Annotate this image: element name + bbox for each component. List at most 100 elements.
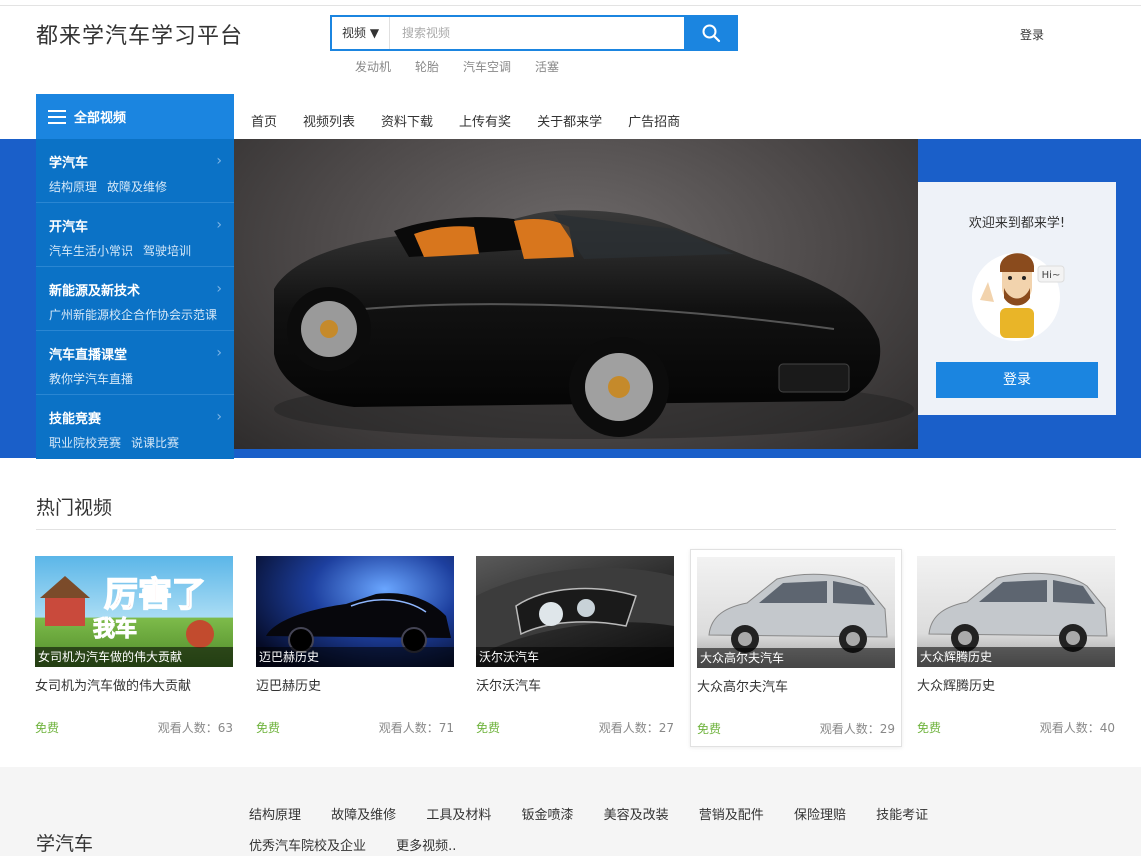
video-thumbnail[interactable]: 厉害了 我车 女司机为汽车做的伟大贡献 — [35, 556, 233, 667]
nav-ads[interactable]: 广告招商 — [628, 111, 680, 130]
nav-downloads[interactable]: 资料下载 — [381, 111, 433, 130]
main-nav: 首页 视频列表 资料下载 上传有奖 关于都来学 广告招商 — [251, 111, 706, 130]
price-label: 免费 — [476, 721, 501, 735]
video-card[interactable]: 大众高尔夫汽车 大众高尔夫汽车 免费 观看人数：29 — [690, 549, 902, 747]
search-bar: 视频 ▼ — [330, 15, 738, 51]
sports-car-illustration — [274, 210, 914, 439]
chevron-right-icon: › — [216, 217, 222, 233]
side-menu-sub-link[interactable]: 驾驶培训 — [143, 244, 191, 258]
side-menu-sub-link[interactable]: 职业院校竞赛 — [49, 436, 121, 450]
side-menu-title: 汽车直播课堂 — [49, 348, 128, 363]
video-title[interactable]: 迈巴赫历史 — [256, 675, 321, 694]
welcome-login-button[interactable]: 登录 — [936, 362, 1098, 398]
footer-link[interactable]: 营销及配件 — [699, 804, 764, 823]
section-divider — [36, 529, 1116, 530]
footer-category-title: 学汽车 — [36, 833, 94, 855]
video-title[interactable]: 大众辉腾历史 — [917, 675, 995, 694]
hot-word[interactable]: 活塞 — [535, 58, 559, 75]
video-thumbnail[interactable]: 迈巴赫历史 — [256, 556, 454, 667]
svg-text:我车: 我车 — [93, 616, 137, 642]
footer-link[interactable]: 技能考证 — [876, 804, 928, 823]
hot-word[interactable]: 轮胎 — [415, 58, 439, 75]
thumbnail-caption: 大众高尔夫汽车 — [697, 648, 895, 668]
banner-car-image[interactable] — [234, 139, 918, 449]
side-menu-item[interactable]: 汽车直播课堂 教你学汽车直播 › — [36, 331, 234, 395]
nav-home[interactable]: 首页 — [251, 111, 277, 130]
price-label: 免费 — [917, 721, 942, 735]
chevron-right-icon: › — [216, 409, 222, 425]
footer-link[interactable]: 美容及改装 — [604, 804, 669, 823]
footer-link-more[interactable]: 更多视频.. — [396, 835, 456, 854]
side-menu-subs: 职业院校竞赛 说课比赛 — [49, 434, 234, 451]
nav-upload-reward[interactable]: 上传有奖 — [459, 111, 511, 130]
side-menu-sub-link[interactable]: 教你学汽车直播 — [49, 372, 133, 386]
menu-icon — [48, 109, 66, 124]
view-count: 观看人数：71 — [378, 721, 454, 735]
video-title[interactable]: 大众高尔夫汽车 — [697, 676, 788, 695]
hot-word[interactable]: 发动机 — [355, 58, 391, 75]
video-thumbnail[interactable]: 沃尔沃汽车 — [476, 556, 674, 667]
footer-link[interactable]: 工具及材料 — [426, 804, 491, 823]
side-menu-item[interactable]: 新能源及新技术 广州新能源校企合作协会示范课 › — [36, 267, 234, 331]
video-title[interactable]: 沃尔沃汽车 — [476, 675, 541, 694]
thumbnail-caption: 迈巴赫历史 — [256, 647, 454, 667]
video-card[interactable]: 大众辉腾历史 大众辉腾历史 免费 观看人数：40 — [917, 549, 1129, 747]
video-thumbnail[interactable]: 大众高尔夫汽车 — [697, 557, 895, 668]
search-input[interactable] — [392, 17, 682, 49]
footer-category-section: 学汽车 结构原理 故障及维修 工具及材料 钣金喷漆 美容及改装 营销及配件 保险… — [0, 767, 1141, 856]
thumbnail-caption: 女司机为汽车做的伟大贡献 — [35, 647, 233, 667]
footer-link[interactable]: 优秀汽车院校及企业 — [249, 835, 366, 854]
side-menu-sub-link[interactable]: 故障及维修 — [107, 180, 167, 194]
side-menu-sub-link[interactable]: 广州新能源校企合作协会示范课 — [49, 308, 217, 322]
video-card[interactable]: 迈巴赫历史 迈巴赫历史 免费 观看人数：71 — [256, 549, 468, 747]
video-title[interactable]: 女司机为汽车做的伟大贡献 — [35, 675, 191, 694]
chevron-right-icon: › — [216, 345, 222, 361]
side-menu-item[interactable]: 技能竞赛 职业院校竞赛 说课比赛 › — [36, 395, 234, 459]
side-menu-sub-link[interactable]: 汽车生活小常识 — [49, 244, 133, 258]
view-count: 观看人数：63 — [157, 721, 233, 735]
side-menu-item[interactable]: 学汽车 结构原理 故障及维修 › — [36, 139, 234, 203]
side-menu-sub-link[interactable]: 结构原理 — [49, 180, 97, 194]
nav-video-list[interactable]: 视频列表 — [303, 111, 355, 130]
view-count: 观看人数：27 — [598, 721, 674, 735]
site-logo[interactable]: 都来学汽车学习平台 — [36, 18, 243, 50]
footer-link[interactable]: 结构原理 — [249, 804, 301, 823]
svg-text:厉害了: 厉害了 — [104, 575, 206, 615]
top-border — [0, 0, 1141, 6]
side-menu-title: 学汽车 — [49, 156, 89, 171]
footer-link[interactable]: 钣金喷漆 — [521, 804, 573, 823]
hi-bubble-text: Hi~ — [1042, 270, 1061, 281]
video-thumbnail[interactable]: 大众辉腾历史 — [917, 556, 1115, 667]
search-type-dropdown[interactable]: 视频 ▼ — [332, 17, 390, 49]
search-box: 视频 ▼ — [330, 15, 686, 51]
price-label: 免费 — [256, 721, 281, 735]
side-menu-title: 新能源及新技术 — [49, 284, 141, 299]
view-count: 观看人数：40 — [1039, 721, 1115, 735]
video-card[interactable]: 厉害了 我车 女司机为汽车做的伟大贡献 女司机为汽车做的伟大贡献 免费 观看人数… — [35, 549, 247, 747]
price-label: 免费 — [697, 722, 722, 736]
side-menu-subs: 教你学汽车直播 — [49, 370, 234, 387]
search-button[interactable] — [684, 15, 738, 51]
side-menu-subs: 汽车生活小常识 驾驶培训 — [49, 242, 234, 259]
nav-about[interactable]: 关于都来学 — [537, 111, 602, 130]
price-label: 免费 — [35, 721, 60, 735]
side-menu-title: 技能竞赛 — [49, 412, 102, 427]
all-videos-button[interactable]: 全部视频 — [36, 94, 234, 139]
chevron-right-icon: › — [216, 281, 222, 297]
side-menu-sub-link[interactable]: 说课比赛 — [131, 436, 179, 450]
welcome-text: 欢迎来到都来学! — [968, 216, 1066, 231]
footer-link[interactable]: 故障及维修 — [331, 804, 396, 823]
side-menu-title: 开汽车 — [49, 220, 89, 235]
category-side-menu: 学汽车 结构原理 故障及维修 › 开汽车 汽车生活小常识 驾驶培训 › 新能源及新技… — [36, 139, 234, 459]
side-menu-subs: 结构原理 故障及维修 — [49, 178, 234, 195]
footer-link[interactable]: 保险理赔 — [794, 804, 846, 823]
thumbnail-caption: 大众辉腾历史 — [917, 647, 1115, 667]
all-videos-label: 全部视频 — [74, 111, 127, 126]
hot-word[interactable]: 汽车空调 — [463, 58, 511, 75]
hot-search-words: 发动机 轮胎 汽车空调 活塞 — [355, 58, 583, 75]
footer-links: 结构原理 故障及维修 工具及材料 钣金喷漆 美容及改装 营销及配件 保险理赔 技… — [249, 804, 1079, 856]
header-login-link[interactable]: 登录 — [1020, 26, 1044, 43]
video-card[interactable]: 沃尔沃汽车 沃尔沃汽车 免费 观看人数：27 — [476, 549, 688, 747]
chevron-right-icon: › — [216, 153, 222, 169]
side-menu-item[interactable]: 开汽车 汽车生活小常识 驾驶培训 › — [36, 203, 234, 267]
